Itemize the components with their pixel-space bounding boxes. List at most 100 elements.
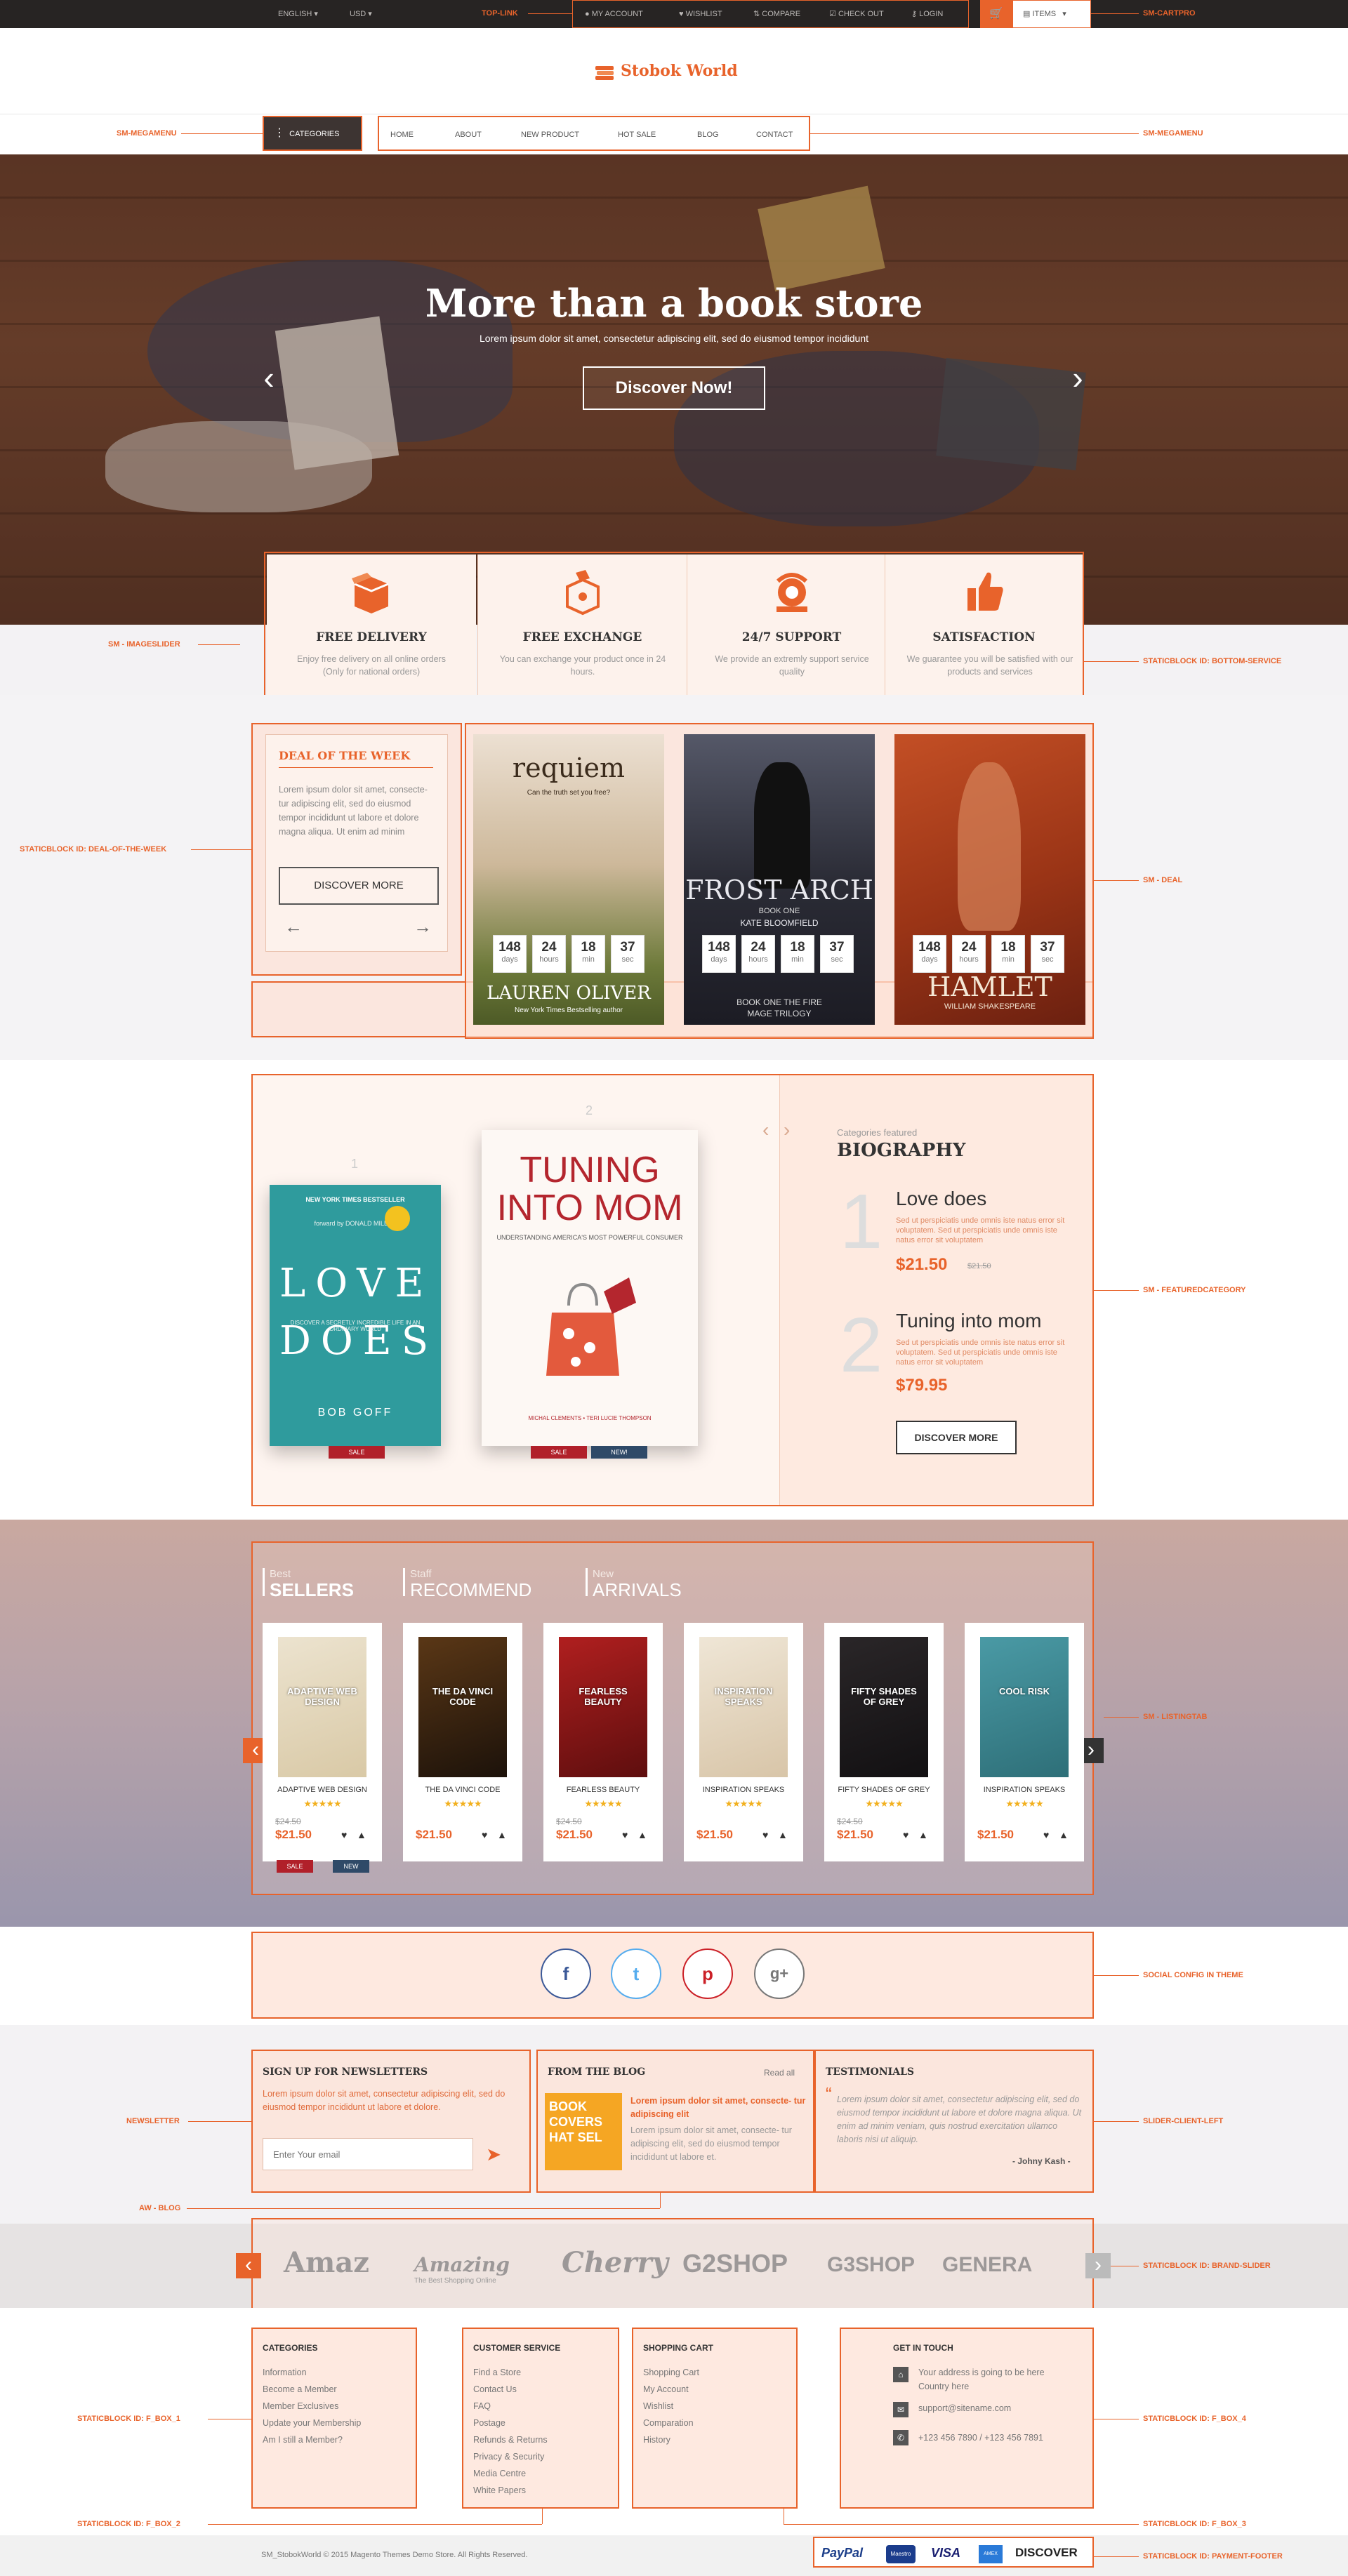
deal-book-requiem[interactable]: requiem Can the truth set you free? LAUR… bbox=[473, 734, 664, 1025]
brand-cherry[interactable]: Cherry bbox=[562, 2246, 668, 2279]
heart-icon[interactable]: ♥ bbox=[903, 1829, 908, 1840]
product-cover[interactable]: INSPIRATION SPEAKS bbox=[699, 1637, 788, 1777]
product-name[interactable]: FIFTY SHADES OF GREY bbox=[824, 1786, 944, 1794]
newsletter-email-input[interactable] bbox=[263, 2138, 473, 2170]
brand-genera[interactable]: GENERA bbox=[942, 2253, 1032, 2277]
featured-book-love-does[interactable]: NEW YORK TIMES BESTSELLER forward by DON… bbox=[270, 1185, 441, 1446]
footer-link[interactable]: History bbox=[643, 2431, 699, 2448]
nav-new-product[interactable]: NEW PRODUCT bbox=[521, 131, 579, 139]
send-icon[interactable]: ➤ bbox=[477, 2138, 510, 2170]
product-name[interactable]: ADAPTIVE WEB DESIGN bbox=[263, 1786, 382, 1794]
footer-link[interactable]: Refunds & Returns bbox=[473, 2431, 548, 2448]
heart-icon[interactable]: ♥ bbox=[622, 1829, 628, 1840]
cart-icon[interactable]: 🛒 bbox=[980, 0, 1012, 28]
product-card[interactable]: FIFTY SHADES OF GREY FIFTY SHADES OF GREY… bbox=[824, 1623, 944, 1861]
cart-icon[interactable]: ▲ bbox=[497, 1829, 507, 1840]
product-name[interactable]: FEARLESS BEAUTY bbox=[543, 1786, 663, 1794]
deal-next-arrow[interactable]: → bbox=[414, 916, 432, 938]
footer-link[interactable]: Information bbox=[263, 2364, 361, 2381]
login-link[interactable]: ⚷ LOGIN bbox=[911, 0, 943, 28]
featured-prev-arrow[interactable]: ‹ bbox=[762, 1119, 769, 1141]
brand-prev-arrow[interactable]: ‹ bbox=[236, 2253, 261, 2278]
product-cover[interactable]: THE DA VINCI CODE bbox=[418, 1637, 507, 1777]
featured-book-tuning-into-mom[interactable]: TUNING INTO MOM UNDERSTANDING AMERICA'S … bbox=[482, 1130, 698, 1446]
heart-icon[interactable]: ♥ bbox=[1043, 1829, 1049, 1840]
brand-amaz[interactable]: Amaz bbox=[284, 2246, 369, 2279]
twitter-icon[interactable]: t bbox=[611, 1948, 661, 1999]
footer-link[interactable]: Contact Us bbox=[473, 2381, 548, 2398]
my-account-link[interactable]: ● MY ACCOUNT bbox=[585, 0, 643, 28]
cart-dropdown[interactable]: ▤ ITEMS ▾ bbox=[1012, 0, 1091, 28]
currency-select[interactable]: USD ▾ bbox=[350, 0, 372, 28]
footer-link[interactable]: Become a Member bbox=[263, 2381, 361, 2398]
cart-icon[interactable]: ▲ bbox=[918, 1829, 928, 1840]
heart-icon[interactable]: ♥ bbox=[482, 1829, 487, 1840]
footer-link[interactable]: Media Centre bbox=[473, 2465, 548, 2482]
product-card[interactable]: INSPIRATION SPEAKS INSPIRATION SPEAKS ★★★★… bbox=[684, 1623, 803, 1861]
categories-menu-button[interactable]: ⋮ CATEGORIES bbox=[263, 116, 362, 151]
nav-contact[interactable]: CONTACT bbox=[756, 131, 793, 139]
product-name[interactable]: INSPIRATION SPEAKS bbox=[965, 1786, 1084, 1794]
footer-link[interactable]: Find a Store bbox=[473, 2364, 548, 2381]
footer-link[interactable]: My Account bbox=[643, 2381, 699, 2398]
footer-link[interactable]: Update your Membership bbox=[263, 2415, 361, 2431]
footer-link[interactable]: Shopping Cart bbox=[643, 2364, 699, 2381]
footer-link[interactable]: Wishlist bbox=[643, 2398, 699, 2415]
nav-hot-sale[interactable]: HOT SALE bbox=[618, 131, 656, 139]
nav-about[interactable]: ABOUT bbox=[455, 131, 482, 139]
compare-link[interactable]: ⇅ COMPARE bbox=[753, 0, 800, 28]
product-card[interactable]: ADAPTIVE WEB DESIGN ADAPTIVE WEB DESIGN ★★… bbox=[263, 1623, 382, 1861]
footer-link[interactable]: Member Exclusives bbox=[263, 2398, 361, 2415]
nav-home[interactable]: HOME bbox=[390, 131, 414, 139]
tab-new-arrivals[interactable]: ARRIVALS bbox=[593, 1579, 682, 1601]
brand-g2shop[interactable]: G2SHOP bbox=[682, 2249, 788, 2278]
product-card[interactable]: COOL RISK INSPIRATION SPEAKS ★★★★★ $21.50 ♥ ▲ bbox=[965, 1623, 1084, 1861]
footer-link[interactable]: FAQ bbox=[473, 2398, 548, 2415]
google-plus-icon[interactable]: g+ bbox=[754, 1948, 805, 1999]
tab-best-sellers[interactable]: SELLERS bbox=[270, 1579, 354, 1601]
brand-next-arrow[interactable]: › bbox=[1085, 2253, 1111, 2278]
contact-email[interactable]: support@sitename.com bbox=[918, 2403, 1011, 2413]
footer-link[interactable]: Am I still a Member? bbox=[263, 2431, 361, 2448]
product-cover[interactable]: COOL RISK bbox=[980, 1637, 1069, 1777]
product-name[interactable]: THE DA VINCI CODE bbox=[403, 1786, 522, 1794]
brand-g3shop[interactable]: G3SHOP bbox=[827, 2253, 915, 2277]
heart-icon[interactable]: ♥ bbox=[762, 1829, 768, 1840]
deal-book-hamlet[interactable]: HAMLET WILLIAM SHAKESPEARE bbox=[894, 734, 1085, 1025]
deal-prev-arrow[interactable]: ← bbox=[284, 916, 303, 938]
brand-amazing[interactable]: Amazing bbox=[414, 2253, 510, 2276]
logo-text[interactable]: Stobok World bbox=[621, 62, 738, 80]
cart-icon[interactable]: ▲ bbox=[637, 1829, 647, 1840]
footer-link[interactable]: White Papers bbox=[473, 2482, 548, 2499]
cart-icon[interactable]: ▲ bbox=[778, 1829, 788, 1840]
pinterest-icon[interactable]: p bbox=[682, 1948, 733, 1999]
featured-next-arrow[interactable]: › bbox=[784, 1119, 790, 1141]
logo-icon[interactable] bbox=[594, 63, 615, 81]
blog-thumbnail[interactable]: BOOK COVERS HAT SEL bbox=[545, 2093, 622, 2170]
product-cover[interactable]: ADAPTIVE WEB DESIGN bbox=[278, 1637, 366, 1777]
hero-next-arrow[interactable]: › bbox=[1067, 357, 1088, 399]
product-cover[interactable]: FIFTY SHADES OF GREY bbox=[840, 1637, 928, 1777]
product-card[interactable]: THE DA VINCI CODE THE DA VINCI CODE ★★★★★ $… bbox=[403, 1623, 522, 1861]
hero-prev-arrow[interactable]: ‹ bbox=[258, 357, 279, 399]
footer-link[interactable]: Postage bbox=[473, 2415, 548, 2431]
blog-read-all-link[interactable]: Read all bbox=[764, 2068, 795, 2078]
deal-book-frost-arch[interactable]: FROST ARCH BOOK ONE KATE BLOOMFIELD BOOK… bbox=[684, 734, 875, 1025]
footer-link[interactable]: Comparation bbox=[643, 2415, 699, 2431]
heart-icon[interactable]: ♥ bbox=[341, 1829, 347, 1840]
language-select[interactable]: ENGLISH ▾ bbox=[278, 0, 318, 28]
cart-icon[interactable]: ▲ bbox=[1059, 1829, 1069, 1840]
footer-link[interactable]: Privacy & Security bbox=[473, 2448, 548, 2465]
cart-icon[interactable]: ▲ bbox=[357, 1829, 366, 1840]
featured-discover-button[interactable]: DISCOVER MORE bbox=[896, 1421, 1017, 1454]
tab-staff-recommend[interactable]: RECOMMEND bbox=[410, 1579, 531, 1601]
item-name-love-does[interactable]: Love does bbox=[896, 1188, 986, 1210]
deal-discover-button[interactable]: DISCOVER MORE bbox=[279, 867, 439, 905]
product-name[interactable]: INSPIRATION SPEAKS bbox=[684, 1786, 803, 1794]
item-name-tuning-into-mom[interactable]: Tuning into mom bbox=[896, 1310, 1042, 1332]
facebook-icon[interactable]: f bbox=[541, 1948, 591, 1999]
product-cover[interactable]: FEARLESS BEAUTY bbox=[559, 1637, 647, 1777]
product-card[interactable]: FEARLESS BEAUTY FEARLESS BEAUTY ★★★★★ $24.5… bbox=[543, 1623, 663, 1861]
wishlist-link[interactable]: ♥ WISHLIST bbox=[679, 0, 722, 28]
blog-post-headline[interactable]: Lorem ipsum dolor sit amet, consecte- tu… bbox=[630, 2094, 806, 2121]
